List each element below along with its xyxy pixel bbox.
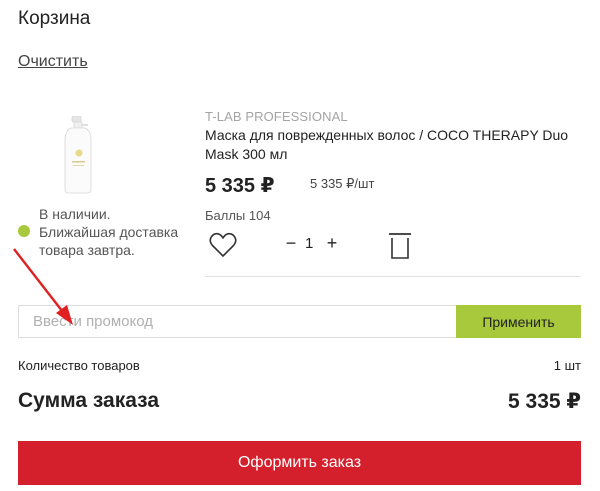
items-count-value: 1 шт [553,358,581,373]
apply-promo-button[interactable]: Применить [456,305,581,338]
bonus-points: Баллы 104 [205,208,271,223]
stock-indicator-dot [18,225,30,237]
product-price: 5 335 ₽ [205,175,275,197]
heart-icon[interactable] [209,232,237,258]
clear-cart-link[interactable]: Очистить [18,53,88,71]
item-divider [205,276,581,277]
product-brand[interactable]: T-LAB PROFESSIONAL [205,109,348,124]
checkout-button[interactable]: Оформить заказ [18,441,581,485]
page-title: Корзина [18,8,91,29]
order-total-value: 5 335 ₽ [508,390,581,413]
promo-code-input[interactable] [18,305,458,338]
quantity-decrease-button[interactable]: − [283,233,299,255]
items-count-label: Количество товаров [18,358,140,373]
trash-icon[interactable] [388,232,412,260]
quantity-increase-button[interactable]: + [324,233,340,255]
quantity-value: 1 [305,235,314,252]
order-total-label: Сумма заказа [18,389,160,412]
product-name[interactable]: Маска для поврежденных волос / COCO THER… [205,126,575,164]
product-bottle-icon[interactable] [58,116,98,194]
unit-price: 5 335 ₽/шт [310,176,375,191]
stock-text: В наличии. Ближайшая доставка товара зав… [39,206,179,258]
